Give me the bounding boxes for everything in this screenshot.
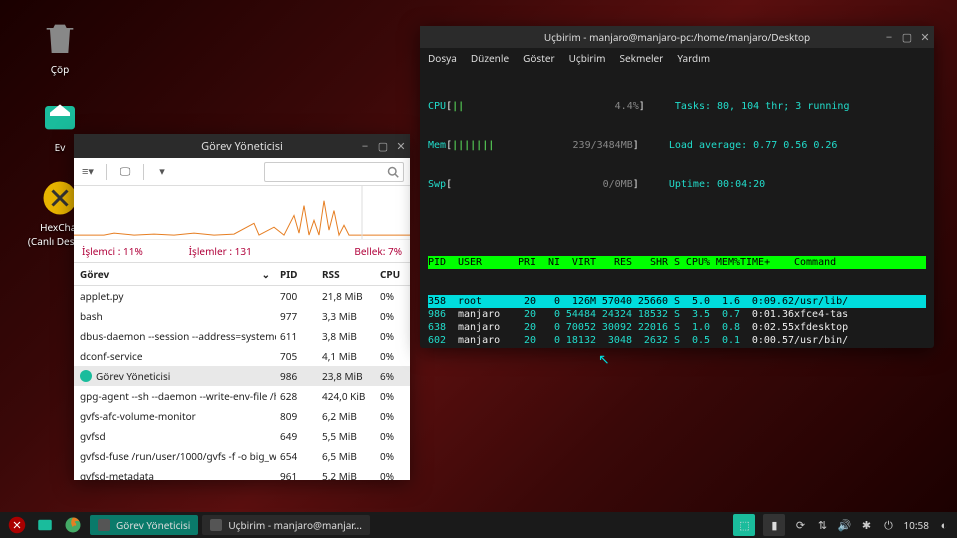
minimize-button[interactable]: −	[360, 141, 370, 151]
system-info-icon[interactable]: 🖵	[117, 164, 133, 180]
task-manager-toolbar: ≡▾ 🖵 ▾	[74, 158, 410, 186]
process-row[interactable]: bash9773,3 MiB0%	[74, 306, 410, 326]
maximize-button[interactable]: ▢	[902, 32, 912, 42]
close-button[interactable]: ✕	[920, 32, 930, 42]
htop-process-row[interactable]: 358root200126M5704025660S5.01.60:09.62/u…	[428, 295, 926, 308]
process-row[interactable]: gvfs-afc-volume-monitor8096,2 MiB0%	[74, 406, 410, 426]
cpu-stat: İşlemci : 11%	[82, 244, 189, 258]
volume-icon[interactable]: 🔊	[837, 518, 851, 532]
mouse-cursor: ↖	[598, 350, 610, 369]
proc-stat: İşlemler : 131	[189, 244, 296, 258]
terminal-content[interactable]: CPU[|| 4.4%] Tasks: 80, 104 thr; 3 runni…	[420, 68, 934, 348]
process-row[interactable]: gvfsd-fuse /run/user/1000/gvfs -f -o big…	[74, 446, 410, 466]
process-row[interactable]: dbus-daemon --session --address=systemd:…	[74, 326, 410, 346]
tray-terminal-icon[interactable]: ▮	[763, 514, 785, 536]
maximize-button[interactable]: ▢	[378, 141, 388, 151]
task-manager-titlebar[interactable]: Görev Yöneticisi − ▢ ✕	[74, 134, 410, 158]
sort-icon: ⌄	[262, 267, 270, 281]
menu-item-sekmeler[interactable]: Sekmeler	[620, 51, 664, 65]
process-row[interactable]: dconf-service7054,1 MiB0%	[74, 346, 410, 366]
menu-item-göster[interactable]: Göster	[523, 51, 555, 65]
cpu-graph	[74, 186, 410, 240]
htop-process-row[interactable]: 986manjaro200544842432418532S3.50.70:01.…	[428, 308, 926, 321]
taskbar-button[interactable]: Uçbirim - manjaro@manjar...	[202, 515, 370, 535]
terminal-menubar: Dosya Düzenle Göster Uçbirim Sekmeler Yardım	[420, 48, 934, 68]
htop-process-row[interactable]: 600manjaro2001813230482632S0.50.10:00.57…	[428, 347, 926, 348]
minimize-button[interactable]: −	[884, 32, 894, 42]
task-manager-title: Görev Yöneticisi	[201, 139, 283, 154]
taskbar-button[interactable]: Görev Yöneticisi	[90, 515, 198, 535]
process-row[interactable]: gvfsd-metadata9615,2 MiB0%	[74, 466, 410, 480]
show-desktop-icon[interactable]	[34, 514, 56, 536]
desktop-trash-label: Çöp	[30, 62, 90, 76]
column-headers[interactable]: Görev⌄ PID RSS CPU	[74, 262, 410, 286]
user-menu-icon[interactable]: ◐	[937, 518, 951, 532]
bottom-panel: Görev YöneticisiUçbirim - manjaro@manjar…	[0, 512, 957, 538]
process-row[interactable]: Görev Yöneticisi98623,8 MiB6%	[74, 366, 410, 386]
updates-icon[interactable]: ⟳	[793, 518, 807, 532]
tray-app-icon[interactable]: ⬚	[733, 514, 755, 536]
desktop-trash-icon[interactable]: Çöp	[30, 18, 90, 76]
settings-menu-icon[interactable]: ≡▾	[80, 164, 96, 180]
htop-process-row[interactable]: 602manjaro2001813230482632S0.50.10:00.57…	[428, 334, 926, 347]
menu-item-uçbirim[interactable]: Uçbirim	[569, 51, 606, 65]
network-icon[interactable]: ⇅	[815, 518, 829, 532]
menu-item-dosya[interactable]: Dosya	[428, 51, 457, 65]
terminal-titlebar[interactable]: Uçbirim - manjaro@manjaro-pc:/home/manja…	[420, 26, 934, 48]
menu-item-yardım[interactable]: Yardım	[677, 51, 710, 65]
close-button[interactable]: ✕	[396, 141, 406, 151]
app-icon	[80, 370, 92, 382]
clock[interactable]: 10:58	[903, 518, 929, 532]
process-list[interactable]: applet.py70021,8 MiB0%bash9773,3 MiB0%db…	[74, 286, 410, 480]
search-input[interactable]	[264, 162, 404, 182]
manjaro-menu-icon[interactable]	[6, 514, 28, 536]
menu-item-düzenle[interactable]: Düzenle	[471, 51, 509, 65]
notifications-icon[interactable]: ✱	[859, 518, 873, 532]
process-row[interactable]: applet.py70021,8 MiB0%	[74, 286, 410, 306]
power-icon[interactable]: ⏻	[881, 518, 895, 532]
firefox-icon[interactable]	[62, 514, 84, 536]
htop-header: PIDUSERPRINIVIRTRESSHRSCPU%MEM%TIME+Comm…	[428, 256, 926, 269]
mem-stat: Bellek: 7%	[295, 244, 402, 258]
filter-icon[interactable]: ▾	[154, 164, 170, 180]
stats-bar: İşlemci : 11% İşlemler : 131 Bellek: 7%	[74, 240, 410, 262]
terminal-window: Uçbirim - manjaro@manjaro-pc:/home/manja…	[420, 26, 934, 348]
htop-process-row[interactable]: 638manjaro200700523009222016S1.00.80:02.…	[428, 321, 926, 334]
terminal-title: Uçbirim - manjaro@manjaro-pc:/home/manja…	[544, 30, 810, 44]
process-row[interactable]: gpg-agent --sh --daemon --write-env-file…	[74, 386, 410, 406]
system-tray: ⬚ ▮ ⟳ ⇅ 🔊 ✱ ⏻ 10:58 ◐	[733, 514, 951, 536]
task-manager-window: Görev Yöneticisi − ▢ ✕ ≡▾ 🖵 ▾ İşlemci : …	[74, 134, 410, 480]
process-row[interactable]: gvfsd6495,5 MiB0%	[74, 426, 410, 446]
